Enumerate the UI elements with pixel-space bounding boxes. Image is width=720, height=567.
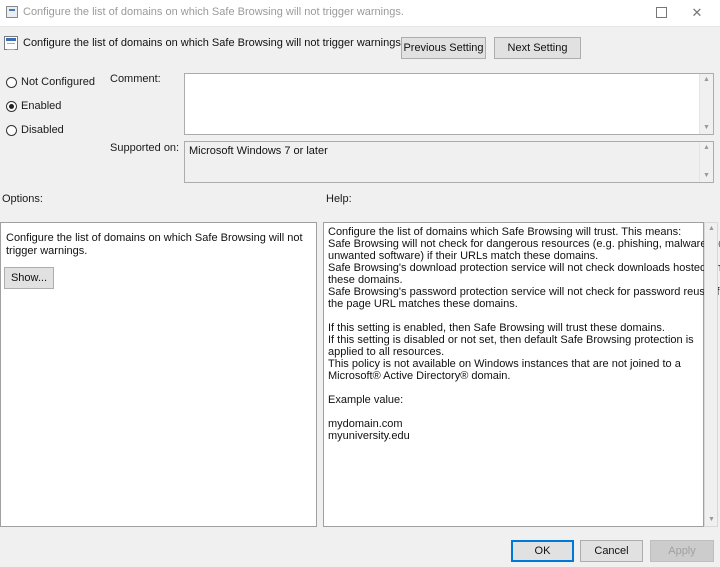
- help-line: mydomain.com: [328, 418, 403, 430]
- help-line: [328, 310, 698, 322]
- maximize-icon: [655, 7, 667, 19]
- help-line: Configure the list of domains which Safe…: [328, 226, 682, 238]
- radio-disabled[interactable]: Disabled: [6, 124, 64, 140]
- next-setting-button[interactable]: Next Setting: [494, 37, 581, 59]
- supported-on-field: Microsoft Windows 7 or later ▲ ▼: [184, 141, 714, 183]
- ok-button[interactable]: OK: [511, 540, 574, 562]
- help-line: Safe Browsing's password protection serv…: [328, 286, 720, 298]
- options-heading: Options:: [2, 193, 43, 205]
- help-text: Configure the list of domains which Safe…: [328, 226, 720, 442]
- policy-setting-icon: [4, 36, 18, 50]
- options-description: Configure the list of domains on which S…: [6, 232, 303, 257]
- app-icon: [6, 6, 18, 18]
- policy-title: Configure the list of domains on which S…: [23, 37, 404, 49]
- radio-label: Not Configured: [21, 76, 95, 89]
- help-line: [328, 382, 698, 394]
- help-line: unwanted software) if their URLs match t…: [328, 250, 599, 262]
- help-line: Microsoft® Active Directory® domain.: [328, 370, 511, 382]
- supported-on-label: Supported on:: [110, 142, 180, 154]
- supported-scrollbar[interactable]: ▲ ▼: [699, 142, 713, 182]
- help-line: these domains.: [328, 274, 403, 286]
- radio-enabled[interactable]: Enabled: [6, 100, 61, 116]
- help-line: This policy is not available on Windows …: [328, 358, 681, 370]
- scroll-up-icon[interactable]: ▲: [705, 223, 718, 235]
- help-line: If this setting is enabled, then Safe Br…: [328, 322, 665, 334]
- help-scrollbar[interactable]: ▲ ▼: [704, 222, 718, 527]
- show-button[interactable]: Show...: [4, 267, 54, 289]
- scroll-up-icon[interactable]: ▲: [700, 142, 713, 154]
- radio-label: Disabled: [21, 124, 64, 137]
- help-line: Example value:: [328, 394, 404, 406]
- help-line: Safe Browsing's download protection serv…: [328, 262, 720, 274]
- supported-on-value: Microsoft Windows 7 or later: [189, 145, 328, 157]
- radio-not-configured[interactable]: Not Configured: [6, 76, 95, 92]
- comment-label: Comment:: [110, 73, 161, 85]
- window-title: Configure the list of domains on which S…: [23, 6, 404, 18]
- radio-circle[interactable]: [6, 124, 17, 136]
- previous-setting-button[interactable]: Previous Setting: [401, 37, 486, 59]
- radio-circle[interactable]: [6, 100, 17, 112]
- radio-label: Enabled: [21, 100, 62, 113]
- help-line: [328, 406, 698, 418]
- help-heading: Help:: [326, 193, 352, 205]
- help-line: myuniversity.edu: [328, 430, 410, 442]
- comment-scrollbar[interactable]: ▲ ▼: [699, 74, 713, 134]
- help-panel: Configure the list of domains which Safe…: [323, 222, 720, 527]
- scroll-down-icon[interactable]: ▼: [700, 170, 713, 182]
- help-line: Safe Browsing will not check for dangero…: [328, 238, 720, 250]
- close-button[interactable]: ✕: [681, 3, 713, 23]
- maximize-button[interactable]: [645, 3, 677, 23]
- scroll-down-icon[interactable]: ▼: [705, 514, 718, 526]
- scroll-up-icon[interactable]: ▲: [700, 74, 713, 86]
- options-panel: Configure the list of domains on which S…: [0, 222, 317, 527]
- help-line: If this setting is disabled or not set, …: [328, 334, 694, 346]
- close-icon: ✕: [691, 5, 703, 20]
- scroll-down-icon[interactable]: ▼: [700, 122, 713, 134]
- help-line: applied to all resources.: [328, 346, 445, 358]
- apply-button[interactable]: Apply: [650, 540, 714, 562]
- comment-field[interactable]: ▲ ▼: [184, 73, 714, 135]
- radio-circle[interactable]: [6, 76, 17, 88]
- cancel-button[interactable]: Cancel: [580, 540, 643, 562]
- comment-input[interactable]: [185, 74, 713, 134]
- help-line: the page URL matches these domains.: [328, 298, 518, 310]
- title-bar: Configure the list of domains on which S…: [0, 0, 720, 27]
